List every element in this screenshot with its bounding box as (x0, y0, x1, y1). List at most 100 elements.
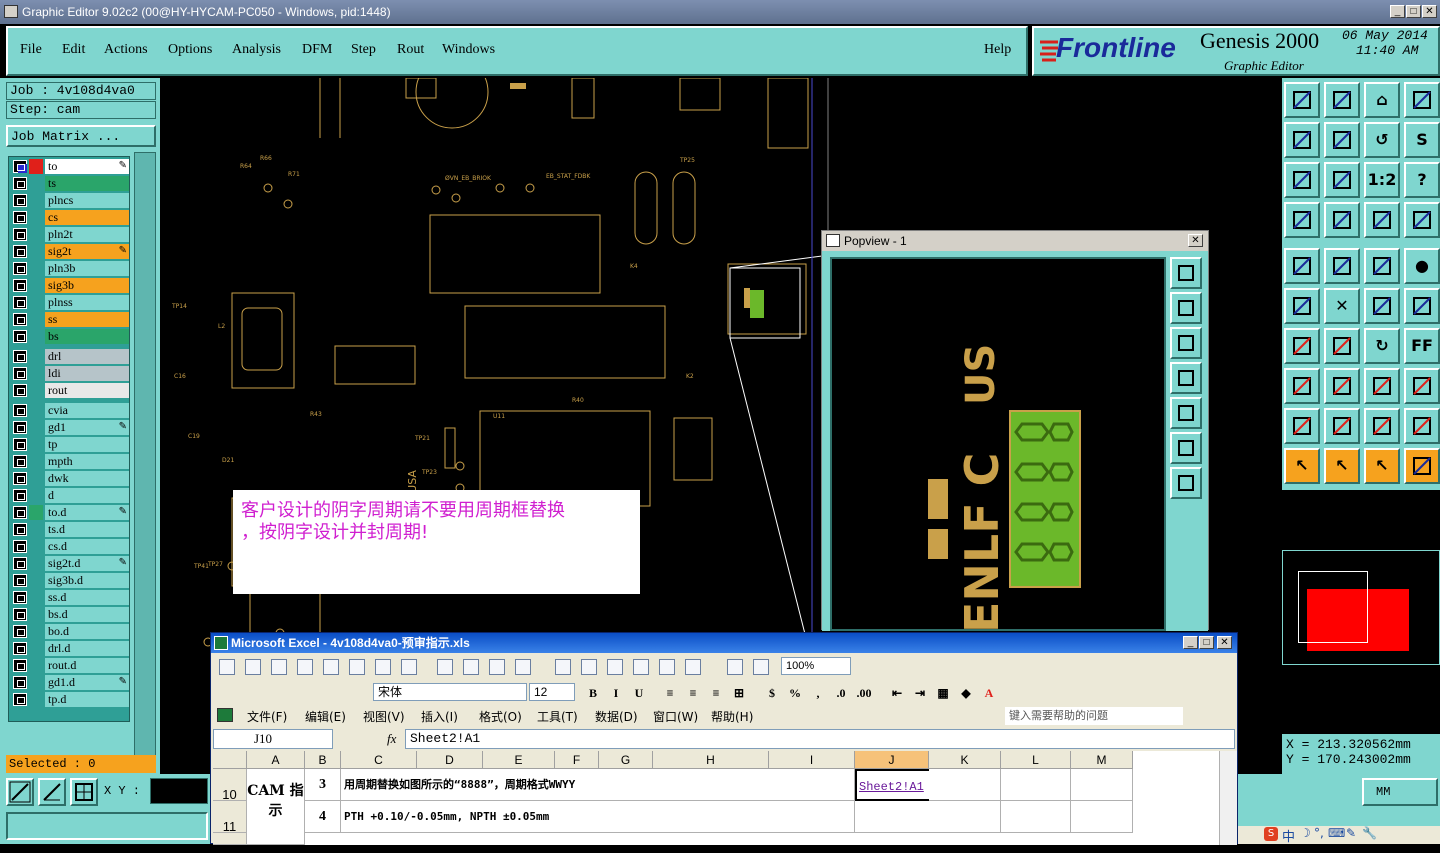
menu-step[interactable]: Step (351, 42, 376, 58)
pin-icon[interactable] (1284, 202, 1320, 238)
excel-align-right-icon[interactable]: ≡ (706, 684, 726, 702)
step-icon[interactable] (1404, 448, 1440, 484)
menu-edit[interactable]: Edit (62, 42, 85, 58)
layer-row-rout-d[interactable]: rout.d (11, 658, 129, 673)
layer-checkbox[interactable] (13, 177, 27, 190)
column-header[interactable] (213, 751, 247, 769)
pointer-circle-icon[interactable]: ↖ (1364, 448, 1400, 484)
job-matrix-button[interactable]: Job Matrix ... (6, 125, 156, 147)
function-icon[interactable]: fx (387, 731, 396, 747)
ruler-icon[interactable] (1364, 248, 1400, 284)
column-header[interactable]: F (555, 751, 599, 769)
layer-row-drl-d[interactable]: drl.d (11, 641, 129, 656)
layer-name[interactable]: plncs (45, 193, 129, 208)
column-header[interactable]: C (341, 751, 417, 769)
ime-punct-icon[interactable]: °, (1314, 826, 1324, 840)
column-header[interactable]: H (653, 751, 769, 769)
column-header[interactable]: E (483, 751, 555, 769)
layer-row-sig2t-d[interactable]: sig2t.d ✎ (11, 556, 129, 571)
ff-icon[interactable]: FF (1404, 328, 1440, 364)
layer-name[interactable]: ss (45, 312, 129, 327)
layer-name[interactable]: plnss (45, 295, 129, 310)
excel-currency-icon[interactable]: $ (762, 684, 782, 702)
layer-checkbox[interactable] (13, 693, 27, 706)
layer-name[interactable]: cs (45, 210, 129, 225)
save-job-icon[interactable] (1324, 82, 1360, 118)
menu-options[interactable]: Options (168, 42, 212, 58)
column-header[interactable]: G (599, 751, 653, 769)
excel-menu-item[interactable]: 编辑(E) (305, 708, 346, 725)
column-header[interactable]: K (929, 751, 1001, 769)
layer-checkbox[interactable] (13, 455, 27, 468)
layer-checkbox[interactable] (13, 330, 27, 343)
excel-align-left-icon[interactable]: ≡ (660, 684, 680, 702)
grid-icon[interactable] (70, 778, 98, 806)
excel-permission-icon[interactable] (297, 659, 313, 675)
layer-checkbox[interactable] (13, 472, 27, 485)
row-header[interactable]: 11 (213, 801, 247, 834)
layer-checkbox[interactable] (13, 211, 27, 224)
layer-name[interactable]: sig3b.d (45, 573, 129, 588)
layer-name[interactable]: drl (45, 349, 129, 364)
layer-checkbox[interactable] (13, 591, 27, 604)
layer-row-pln2t[interactable]: pln2t (11, 227, 129, 242)
help-icon[interactable]: ? (1404, 162, 1440, 198)
layer-name[interactable]: drl.d (45, 641, 129, 656)
layer-checkbox[interactable] (13, 438, 27, 451)
layer-name[interactable]: pln3b (45, 261, 129, 276)
excel-open-icon[interactable] (245, 659, 261, 675)
excel-research-icon[interactable] (401, 659, 417, 675)
layer-row-to-d[interactable]: to.d ✎ (11, 505, 129, 520)
layer-name[interactable]: ss.d (45, 590, 129, 605)
layer-row-plnss[interactable]: plnss (11, 295, 129, 310)
layer-row-ts[interactable]: ts (11, 176, 129, 191)
excel-chart-wizard-icon[interactable] (727, 659, 743, 675)
name-box[interactable]: J10 (213, 729, 333, 749)
pv-home-icon[interactable] (1170, 327, 1202, 359)
font-size-select[interactable]: 12 (529, 683, 575, 701)
row-header[interactable] (213, 833, 247, 845)
window-icon[interactable] (1404, 82, 1440, 118)
menu-dfm[interactable]: DFM (302, 42, 332, 58)
layer-row-drl[interactable]: drl (11, 349, 129, 364)
layer-row-tp-d[interactable]: tp.d (11, 692, 129, 707)
popview-close-button[interactable]: ✕ (1188, 234, 1203, 247)
dimension-icon[interactable] (1364, 368, 1400, 404)
units-button[interactable]: MM (1362, 778, 1438, 806)
angle-icon[interactable] (1284, 328, 1320, 364)
circle-icon[interactable]: ● (1404, 248, 1440, 284)
layer-row-sig3b[interactable]: sig3b (11, 278, 129, 293)
excel-new-icon[interactable] (219, 659, 235, 675)
layer-name[interactable]: cvia (45, 403, 129, 418)
pv-pan-left-icon[interactable] (1170, 362, 1202, 394)
layer-row-tp[interactable]: tp (11, 437, 129, 452)
cell-b[interactable]: 3 (305, 769, 341, 801)
layer-name[interactable]: ldi (45, 366, 129, 381)
layer-name[interactable]: d (45, 488, 129, 503)
layer-checkbox[interactable] (13, 523, 27, 536)
layer-name[interactable]: ts (45, 176, 129, 191)
layer-name[interactable]: to.d ✎ (45, 505, 129, 520)
column-header[interactable]: J (855, 751, 929, 769)
layer-checkbox[interactable] (13, 384, 27, 397)
layer-row-sig2t[interactable]: sig2t ✎ (11, 244, 129, 259)
minimize-button[interactable]: _ (1390, 5, 1405, 18)
excel-menu-item[interactable]: 数据(D) (595, 708, 638, 725)
layer-checkbox[interactable] (13, 404, 27, 417)
triangle-a-icon[interactable] (1284, 408, 1320, 444)
help-question-input[interactable]: 键入需要帮助的问题 (1005, 707, 1183, 725)
excel-font-color-icon[interactable]: A (979, 684, 999, 702)
ime-logo-icon[interactable]: S (1264, 827, 1278, 841)
layer-checkbox[interactable] (13, 608, 27, 621)
excel-preview-icon[interactable] (349, 659, 365, 675)
layer-checkbox[interactable] (13, 676, 27, 689)
cell-a-merged[interactable]: CAM 指示 (247, 769, 305, 845)
excel-menu-item[interactable]: 视图(V) (363, 708, 405, 725)
ime-moon-icon[interactable]: ☽ (1300, 826, 1311, 840)
column-header[interactable]: M (1071, 751, 1133, 769)
layer-row-mpth[interactable]: mpth (11, 454, 129, 469)
layer-name[interactable]: tp (45, 437, 129, 452)
excel-sort-asc-icon[interactable] (659, 659, 675, 675)
layer-row-bs[interactable]: bs (11, 329, 129, 344)
layer-checkbox[interactable] (13, 642, 27, 655)
